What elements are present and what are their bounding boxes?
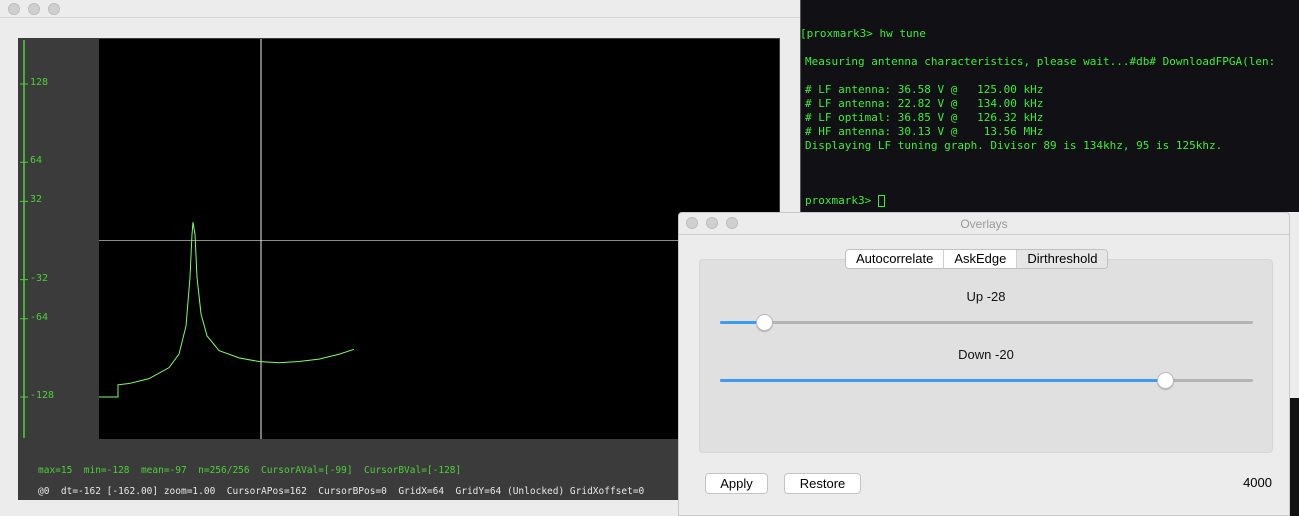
y-tick-label: -32	[30, 272, 49, 284]
terminal-line: # HF antenna: 30.13 V @ 13.56 MHz	[805, 125, 1044, 138]
up-slider-handle[interactable]	[756, 314, 774, 331]
y-tick-label: -128	[30, 390, 55, 401]
status-cursors: @0 dt=-162 [-162.00] zoom=1.00 CursorAPo…	[38, 486, 645, 497]
prompt-text: proxmark3>	[805, 194, 878, 207]
y-tick-label: 64	[30, 155, 43, 167]
tab-bar: Autocorrelate AskEdge Dirthreshold	[845, 249, 1109, 269]
cursor-block	[877, 195, 885, 207]
terminal-line: # LF antenna: 22.82 V @ 134.00 kHz	[805, 97, 1044, 110]
overlays-window: Overlays Up -28 Down -20 Autocorrelate A…	[678, 212, 1290, 516]
value-readout: 4000	[1243, 475, 1272, 490]
up-label: Up -28	[966, 289, 1006, 304]
down-label: Down -20	[958, 347, 1014, 362]
y-tick-label: -64	[30, 311, 49, 323]
minimize-button[interactable]	[706, 217, 718, 229]
down-slider[interactable]	[720, 372, 1253, 389]
signal-trace	[99, 222, 355, 398]
status-stats: max=15 min=-128 mean=-97 n=256/256 Curso…	[38, 465, 462, 476]
terminal-line: [proxmark3> hw tune	[800, 27, 926, 40]
down-slider-handle[interactable]	[1156, 372, 1174, 389]
tab-autocorrelate[interactable]: Autocorrelate	[846, 250, 945, 268]
terminal-line: # LF optimal: 36.85 V @ 126.32 kHz	[805, 111, 1044, 124]
tab-panel: Up -28 Down -20	[699, 259, 1273, 453]
y-tick-label: 128	[30, 77, 49, 88]
tab-dirthreshold[interactable]: Dirthreshold	[1017, 250, 1108, 268]
tab-askedge[interactable]: AskEdge	[944, 250, 1018, 268]
terminal-edge	[1290, 398, 1299, 516]
apply-button[interactable]: Apply	[705, 473, 768, 494]
restore-button[interactable]: Restore	[784, 473, 861, 494]
terminal-line: Displaying LF tuning graph. Divisor 89 i…	[805, 139, 1223, 152]
overlays-titlebar: Overlays	[679, 213, 1289, 235]
terminal-line: # LF antenna: 36.58 V @ 125.00 kHz	[805, 83, 1044, 96]
terminal-line: Measuring antenna characteristics, pleas…	[805, 55, 1276, 68]
terminal-prompt[interactable]: proxmark3>	[805, 194, 885, 207]
close-button[interactable]	[686, 217, 698, 229]
up-slider[interactable]	[720, 314, 1253, 331]
y-tick-label: 32	[30, 194, 43, 206]
window-title: Overlays	[960, 217, 1008, 231]
zoom-button[interactable]	[726, 217, 738, 229]
down-slider-fill	[720, 379, 1165, 382]
